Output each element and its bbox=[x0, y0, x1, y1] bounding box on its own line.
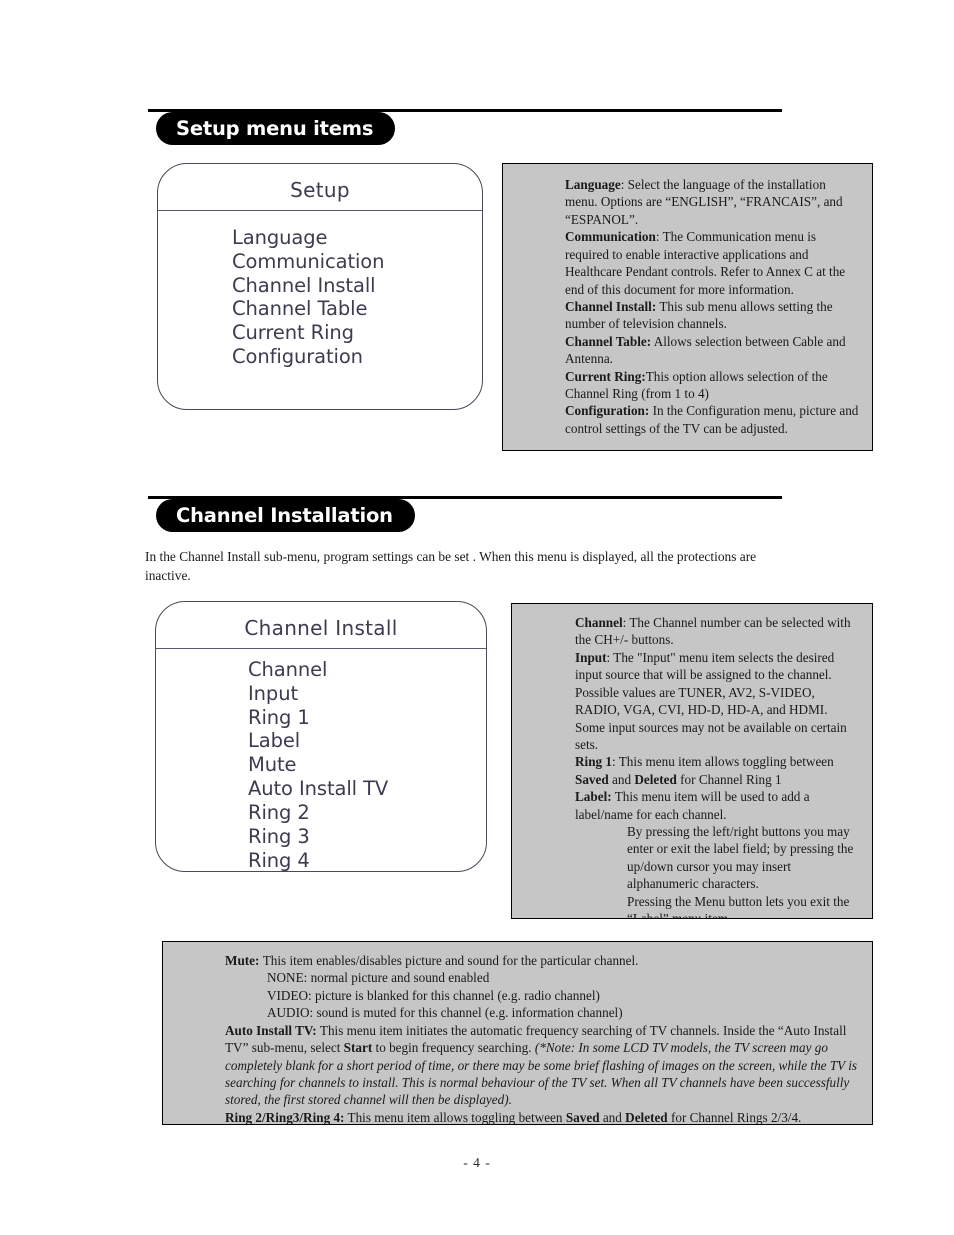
menu-item-auto-install-tv[interactable]: Auto Install TV bbox=[248, 778, 486, 800]
desc-ring1-post: for Channel Ring 1 bbox=[676, 771, 782, 787]
desc-term-channel-table: Channel Table: bbox=[565, 333, 652, 349]
desc-rings-mid: and bbox=[599, 1109, 626, 1125]
desc-channel-table: Channel Table: Allows selection between … bbox=[565, 333, 860, 368]
desc-auto-bold-start: Start bbox=[343, 1040, 373, 1056]
menu-item-communication[interactable]: Communication bbox=[232, 250, 482, 273]
desc-term-language: Language bbox=[565, 177, 621, 192]
desc-term-channel-install: Channel Install: bbox=[565, 298, 657, 314]
page-number: - 4 - bbox=[463, 1155, 491, 1170]
channel-install-menu-title: Channel Install bbox=[156, 602, 486, 649]
setup-description-box: Language: Select the language of the ins… bbox=[502, 163, 873, 451]
desc-input: Input: The "Input" menu item selects the… bbox=[575, 649, 860, 754]
desc-term-input: Input bbox=[575, 649, 607, 665]
desc-language: Language: Select the language of the ins… bbox=[565, 176, 860, 228]
menu-item-mute[interactable]: Mute bbox=[248, 754, 486, 776]
desc-ring1-deleted: Deleted bbox=[634, 771, 677, 787]
menu-item-ring-3[interactable]: Ring 3 bbox=[248, 825, 486, 848]
desc-rings-pre: This menu item allows toggling between bbox=[344, 1109, 566, 1125]
desc-mute: Mute: This item enables/disables picture… bbox=[225, 952, 858, 969]
desc-auto-text-b: to begin frequency searching. bbox=[372, 1040, 535, 1056]
menu-item-ring-2[interactable]: Ring 2 bbox=[248, 802, 486, 824]
menu-item-ring-4[interactable]: Ring 4 bbox=[248, 849, 486, 872]
channel-description-box: Channel: The Channel number can be selec… bbox=[511, 603, 873, 919]
section-title-channel-installation: Channel Installation bbox=[156, 499, 415, 532]
desc-ring1-pre: This menu item allows toggling between bbox=[618, 754, 834, 770]
desc-term-rings-234: Ring 2/Ring3/Ring 4: bbox=[225, 1109, 345, 1125]
desc-term-communication: Communication bbox=[565, 229, 656, 245]
desc-label-note-2: Pressing the Menu button lets you exit t… bbox=[627, 893, 850, 919]
desc-configuration: Configuration: In the Configuration menu… bbox=[565, 402, 860, 437]
desc-rings-deleted: Deleted bbox=[625, 1109, 668, 1125]
setup-menu-panel: Setup Language Communication Channel Ins… bbox=[157, 163, 483, 410]
desc-ring1-saved: Saved bbox=[575, 771, 609, 787]
section-title-setup: Setup menu items bbox=[156, 112, 396, 145]
desc-term-current-ring: Current Ring: bbox=[565, 368, 646, 384]
desc-term-mute: Mute: bbox=[225, 953, 260, 968]
desc-ring1: Ring 1: This menu item allows toggling b… bbox=[575, 753, 860, 788]
menu-item-channel[interactable]: Channel bbox=[248, 659, 486, 681]
desc-sep: : bbox=[655, 229, 663, 245]
menu-item-input[interactable]: Input bbox=[248, 682, 486, 705]
menu-item-label[interactable]: Label bbox=[248, 730, 486, 752]
menu-item-current-ring[interactable]: Current Ring bbox=[232, 322, 482, 344]
desc-term-configuration: Configuration: bbox=[565, 403, 650, 419]
desc-channel-install: Channel Install: This sub menu allows se… bbox=[565, 298, 860, 333]
mute-auto-install-box: Mute: This item enables/disables picture… bbox=[162, 941, 873, 1125]
desc-rings-234: Ring 2/Ring3/Ring 4: This menu item allo… bbox=[225, 1109, 858, 1125]
desc-ring1-mid: and bbox=[608, 771, 635, 787]
desc-auto-install-tv: Auto Install TV: This menu item initiate… bbox=[225, 1022, 858, 1109]
desc-channel: Channel: The Channel number can be selec… bbox=[575, 614, 860, 649]
menu-item-channel-install[interactable]: Channel Install bbox=[232, 274, 482, 297]
desc-term-ring1: Ring 1 bbox=[575, 754, 613, 770]
section-header-setup: Setup menu items bbox=[148, 109, 782, 149]
menu-item-channel-table[interactable]: Channel Table bbox=[232, 298, 482, 320]
menu-item-ring-1[interactable]: Ring 1 bbox=[248, 706, 486, 729]
section-header-channel-installation: Channel Installation bbox=[148, 496, 782, 536]
desc-term-label: Label: bbox=[575, 789, 612, 805]
desc-label-note-1: By pressing the left/right buttons you m… bbox=[627, 824, 854, 892]
mute-option-audio: AUDIO: sound is muted for this channel (… bbox=[267, 1005, 623, 1021]
desc-rings-post: for Channel Rings 2/3/4. bbox=[667, 1109, 802, 1125]
mute-option-video: VIDEO: picture is blanked for this chann… bbox=[267, 987, 600, 1003]
mute-option-none: NONE: normal picture and sound enabled bbox=[267, 970, 490, 986]
desc-term-channel: Channel bbox=[575, 615, 623, 630]
channel-install-menu-list: Channel Input Ring 1 Label Mute Auto Ins… bbox=[156, 649, 486, 871]
desc-rings-saved: Saved bbox=[565, 1109, 600, 1125]
desc-current-ring: Current Ring:This option allows selectio… bbox=[565, 368, 860, 403]
menu-item-language[interactable]: Language bbox=[232, 227, 482, 249]
desc-term-auto-install-tv: Auto Install TV: bbox=[225, 1022, 317, 1038]
desc-sep: : bbox=[620, 177, 628, 192]
desc-communication: Communication: The Communication menu is… bbox=[565, 228, 860, 298]
desc-label: Label: This menu item will be used to ad… bbox=[575, 788, 860, 823]
channel-install-menu-panel: Channel Install Channel Input Ring 1 Lab… bbox=[155, 601, 487, 872]
channel-install-intro: In the Channel Install sub-menu, program… bbox=[145, 549, 757, 583]
setup-menu-list: Language Communication Channel Install C… bbox=[158, 211, 482, 368]
desc-sep: : bbox=[612, 754, 619, 770]
setup-menu-title: Setup bbox=[158, 164, 482, 211]
desc-text-input: The "Input" menu item selects the desire… bbox=[575, 649, 847, 752]
desc-text-mute: This item enables/disables picture and s… bbox=[262, 953, 639, 968]
menu-item-configuration[interactable]: Configuration bbox=[232, 346, 482, 368]
